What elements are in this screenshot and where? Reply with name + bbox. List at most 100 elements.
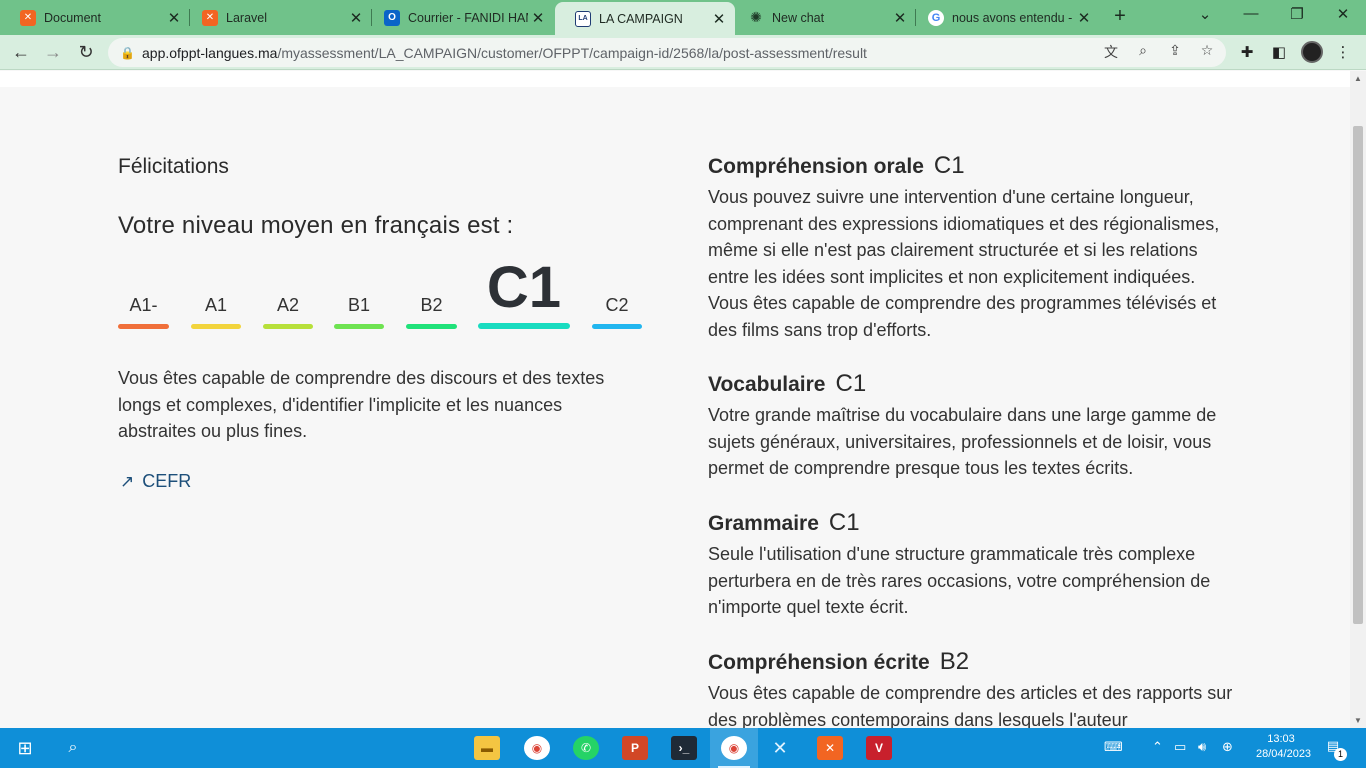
url-path: /myassessment/LA_CAMPAIGN/customer/OFPPT… bbox=[277, 44, 867, 61]
level-label: A2 bbox=[276, 295, 300, 315]
notification-badge: 1 bbox=[1334, 748, 1347, 761]
skill-text: Vous pouvez suivre une intervention d'un… bbox=[708, 187, 1220, 340]
page-content: Félicitations Votre niveau moyen en fran… bbox=[0, 71, 1350, 730]
tab-title: Document bbox=[44, 10, 101, 25]
tab-document[interactable]: ✕ Document ✕ bbox=[0, 0, 190, 35]
level-a1: A1 bbox=[191, 294, 241, 329]
show-hidden-icons-icon[interactable]: ⌃ bbox=[1152, 739, 1163, 755]
keyboard-icon[interactable]: ⌨ bbox=[1104, 739, 1123, 755]
level-label: A1 bbox=[204, 295, 228, 315]
tab-google[interactable]: G nous avons entendu - ✕ bbox=[908, 0, 1100, 35]
new-tab-button[interactable]: + bbox=[1108, 5, 1132, 28]
translate-icon[interactable]: 文 bbox=[1102, 42, 1120, 62]
la-campaign-icon: LA bbox=[575, 10, 591, 27]
bookmark-star-icon[interactable]: ☆ bbox=[1198, 42, 1216, 59]
battery-icon[interactable]: ▭ bbox=[1174, 739, 1186, 755]
vscode-icon[interactable]: ✕ bbox=[767, 736, 793, 760]
chrome-icon[interactable]: ◉ bbox=[524, 736, 550, 760]
skill-text: Seule l'utilisation d'une structure gram… bbox=[708, 544, 1211, 617]
skill-name: Compréhension écrite bbox=[708, 651, 930, 674]
skill-level: B2 bbox=[939, 648, 970, 675]
page-header-strip bbox=[0, 71, 1350, 87]
skill-level: C1 bbox=[835, 370, 867, 397]
close-tab-icon[interactable]: ✕ bbox=[1074, 9, 1094, 27]
tab-search-icon[interactable]: ⌄ bbox=[1190, 5, 1220, 23]
page-scrollbar[interactable]: ▲ ▼ bbox=[1350, 71, 1366, 728]
url-host: app.ofppt-langues.ma bbox=[142, 44, 278, 61]
skill-level: C1 bbox=[828, 509, 860, 536]
zoom-icon[interactable]: ⌕ bbox=[1134, 42, 1152, 59]
xampp-icon: ✕ bbox=[20, 9, 36, 26]
scrollbar-thumb[interactable] bbox=[1353, 126, 1363, 624]
search-icon[interactable]: ⌕ bbox=[60, 736, 86, 760]
skill-grammaire: Grammaire C1 Seule l'utilisation d'une st… bbox=[708, 509, 1238, 621]
file-explorer-icon[interactable]: ▬ bbox=[474, 736, 500, 760]
extensions-puzzle-icon[interactable]: ✚ bbox=[1237, 43, 1257, 61]
windows-taskbar: ⊞ ⌕ ▬ ◉ ✆ P ›_ ◉ ✕ ✕ V ⌨ ⌃ ▭ 🔊︎ ⊕ 13:03 … bbox=[0, 728, 1366, 768]
google-icon: G bbox=[928, 9, 944, 26]
forward-arrow-icon[interactable]: → bbox=[41, 41, 65, 65]
whatsapp-icon[interactable]: ✆ bbox=[573, 736, 599, 760]
tab-laravel[interactable]: ✕ Laravel ✕ bbox=[182, 0, 372, 35]
level-bar bbox=[478, 323, 570, 329]
app-icon[interactable]: V bbox=[866, 736, 892, 760]
reload-icon[interactable]: ↻ bbox=[74, 41, 98, 65]
tab-title: Courrier - FANIDI HAM bbox=[408, 10, 528, 25]
scroll-up-icon[interactable]: ▲ bbox=[1354, 74, 1362, 83]
minimize-icon[interactable]: — bbox=[1236, 5, 1266, 22]
close-tab-icon[interactable]: ✕ bbox=[890, 9, 910, 27]
skill-text: Votre grande maîtrise du vocabulaire dan… bbox=[708, 405, 1217, 478]
close-tab-icon[interactable]: ✕ bbox=[528, 9, 548, 27]
cefr-link[interactable]: ↗ CEFR bbox=[120, 471, 191, 492]
url-text[interactable]: app.ofppt-langues.ma/myassessment/LA_CAM… bbox=[142, 45, 867, 61]
tab-new-chat[interactable]: ✺ New chat ✕ bbox=[728, 0, 916, 35]
chrome-profile-icon[interactable]: ◉ bbox=[721, 736, 747, 760]
level-c2: C2 bbox=[592, 294, 642, 329]
skill-name: Vocabulaire bbox=[708, 373, 826, 396]
level-label: C2 bbox=[605, 295, 629, 315]
share-icon[interactable]: ⇪ bbox=[1166, 42, 1184, 59]
clock-time: 13:03 bbox=[1267, 733, 1295, 745]
close-tab-icon[interactable]: ✕ bbox=[709, 10, 729, 28]
close-window-icon[interactable]: ✕ bbox=[1328, 5, 1358, 23]
close-tab-icon[interactable]: ✕ bbox=[164, 9, 184, 27]
level-a2: A2 bbox=[263, 294, 313, 329]
cefr-link-label: CEFR bbox=[142, 471, 192, 491]
profile-avatar[interactable] bbox=[1301, 41, 1323, 63]
windows-start-icon[interactable]: ⊞ bbox=[12, 736, 38, 760]
menu-kebab-icon[interactable]: ⋮ bbox=[1333, 43, 1353, 61]
average-level-label: Votre niveau moyen en français est : bbox=[118, 212, 514, 239]
browser-tab-strip: ✕ Document ✕ ✕ Laravel ✕ O Courrier - FA… bbox=[0, 0, 1366, 35]
external-link-icon: ↗ bbox=[120, 471, 135, 491]
notification-center-icon[interactable]: ▤ 1 bbox=[1322, 738, 1347, 761]
terminal-icon[interactable]: ›_ bbox=[671, 736, 697, 760]
outlook-icon: O bbox=[384, 9, 400, 26]
address-bar[interactable]: 🔒 app.ofppt-langues.ma/myassessment/LA_C… bbox=[108, 38, 1226, 67]
level-a1-minus: A1- bbox=[118, 294, 169, 329]
tab-la-campaign[interactable]: LA LA CAMPAIGN ✕ bbox=[555, 2, 735, 35]
level-c1-selected: C1 bbox=[478, 257, 570, 329]
scroll-down-icon[interactable]: ▼ bbox=[1354, 716, 1362, 725]
side-panel-icon[interactable]: ◧ bbox=[1269, 43, 1289, 61]
xampp-icon[interactable]: ✕ bbox=[817, 736, 843, 760]
tab-title: New chat bbox=[772, 10, 825, 25]
tab-title: nous avons entendu - bbox=[952, 10, 1073, 25]
back-arrow-icon[interactable]: ← bbox=[9, 41, 33, 65]
level-b2: B2 bbox=[406, 294, 457, 329]
level-label: C1 bbox=[486, 255, 562, 320]
openai-icon: ✺ bbox=[750, 9, 762, 25]
level-label: A1- bbox=[129, 295, 158, 315]
skill-comprehension-orale: Compréhension orale C1 Vous pouvez suivre… bbox=[708, 152, 1238, 343]
clock[interactable]: 13:03 28/04/2023 bbox=[1256, 732, 1311, 762]
close-tab-icon[interactable]: ✕ bbox=[346, 9, 366, 27]
network-globe-icon[interactable]: ⊕ bbox=[1222, 739, 1233, 755]
tab-courrier[interactable]: O Courrier - FANIDI HAM ✕ bbox=[364, 0, 554, 35]
level-scale: A1- A1 A2 B1 B2 C1 C2 bbox=[118, 257, 648, 341]
volume-icon[interactable]: 🔊︎ bbox=[1198, 739, 1206, 755]
lock-icon[interactable]: 🔒 bbox=[120, 46, 135, 60]
skill-comprehension-ecrite: Compréhension écrite B2 Vous êtes capable… bbox=[708, 648, 1238, 733]
powerpoint-icon[interactable]: P bbox=[622, 736, 648, 760]
restore-icon[interactable]: ❐ bbox=[1282, 5, 1312, 23]
level-description: Vous êtes capable de comprendre des disc… bbox=[118, 368, 605, 441]
level-bar bbox=[263, 324, 313, 329]
